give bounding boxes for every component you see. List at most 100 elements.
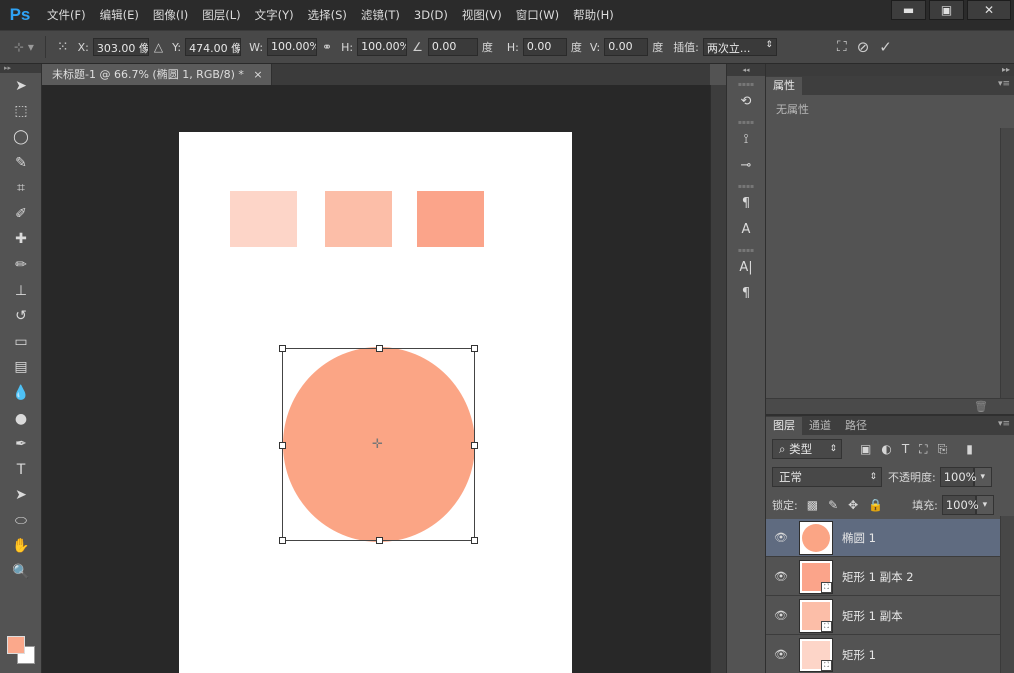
opacity-input[interactable]: 100% bbox=[939, 467, 977, 487]
rectangle-1-copy-2-shape[interactable] bbox=[417, 191, 484, 247]
smart-object-filter-icon[interactable]: ⎘ bbox=[938, 442, 948, 457]
history-brush-tool-icon[interactable]: ↺ bbox=[0, 303, 42, 329]
minimize-button[interactable]: ▬ bbox=[891, 0, 926, 20]
tools-panel-grip[interactable]: ▸▸ bbox=[0, 64, 41, 73]
visibility-eye-icon[interactable]: 👁 bbox=[766, 570, 796, 583]
menu-item[interactable]: 视图(V) bbox=[455, 0, 509, 30]
menu-item[interactable]: 文件(F) bbox=[40, 0, 93, 30]
quick-selection-tool-icon[interactable]: ✎ bbox=[0, 150, 42, 176]
paragraph-panel-icon[interactable]: ¶ bbox=[727, 280, 765, 306]
link-icon[interactable]: ⚭ bbox=[322, 40, 332, 54]
eyedropper-tool-icon[interactable]: ✐ bbox=[0, 201, 42, 227]
marquee-tool-icon[interactable]: ⬚ bbox=[0, 99, 42, 125]
zoom-tool-icon[interactable]: 🔍 bbox=[0, 559, 42, 585]
move-tool-icon[interactable]: ➤ bbox=[0, 73, 42, 99]
visibility-eye-icon[interactable]: 👁 bbox=[766, 648, 796, 661]
lock-image-icon[interactable]: ✎ bbox=[828, 498, 838, 512]
lock-all-icon[interactable]: 🔒 bbox=[868, 498, 883, 512]
transform-handle-bottom-right[interactable] bbox=[471, 537, 478, 544]
y-input[interactable]: 474.00 像素 bbox=[185, 38, 242, 56]
type-tool-icon[interactable]: T bbox=[0, 457, 42, 483]
paragraph-styles-icon[interactable]: ¶ bbox=[727, 190, 765, 216]
fill-input[interactable]: 100% bbox=[941, 495, 979, 515]
menu-item[interactable]: 滤镜(T) bbox=[354, 0, 407, 30]
crop-tool-icon[interactable]: ⌗ bbox=[0, 175, 42, 201]
history-panel-icon[interactable]: ⟲ bbox=[727, 88, 765, 114]
reference-point-icon[interactable]: ✛ bbox=[372, 437, 383, 452]
character-panel-icon[interactable]: A| bbox=[727, 254, 765, 280]
blur-tool-icon[interactable]: 💧 bbox=[0, 380, 42, 406]
menu-item[interactable]: 窗口(W) bbox=[509, 0, 566, 30]
transform-handle-left[interactable] bbox=[279, 442, 286, 449]
filter-toggle-icon[interactable]: ▮ bbox=[966, 442, 973, 456]
warp-mode-icon[interactable]: ⛶ bbox=[837, 39, 847, 55]
hand-tool-icon[interactable]: ✋ bbox=[0, 534, 42, 560]
document-canvas[interactable]: ✛ bbox=[179, 132, 572, 673]
pixel-filter-icon[interactable]: ▣ bbox=[860, 442, 871, 456]
document-tab[interactable]: 未标题-1 @ 66.7% (椭圆 1, RGB/8) * × bbox=[42, 64, 272, 85]
transform-handle-bottom[interactable] bbox=[376, 537, 383, 544]
hskew-input[interactable]: 0.00 bbox=[522, 38, 567, 56]
clone-stamp-tool-icon[interactable]: ⊥ bbox=[0, 278, 42, 304]
menu-item[interactable]: 图层(L) bbox=[195, 0, 247, 30]
blend-mode-select[interactable]: 正常 ⇕ bbox=[772, 467, 882, 487]
panels-collapse-icon[interactable]: ▸▸ bbox=[766, 64, 1014, 76]
relative-position-icon[interactable]: △ bbox=[154, 40, 163, 54]
layer-filter-select[interactable]: ⌕ 类型 ⇕ bbox=[772, 439, 842, 459]
ellipse-tool-icon[interactable]: ⬭ bbox=[0, 508, 42, 534]
healing-brush-tool-icon[interactable]: ✚ bbox=[0, 227, 42, 253]
tab-properties[interactable]: 属性 bbox=[766, 77, 802, 95]
layer-row[interactable]: 👁 ⛶ 矩形 1 副本 bbox=[766, 597, 1000, 635]
interpolation-select[interactable]: 两次立... ⇕ bbox=[702, 38, 777, 56]
lasso-tool-icon[interactable]: ◯ bbox=[0, 124, 42, 150]
width-input[interactable]: 100.00% bbox=[267, 38, 318, 56]
panel-menu-icon[interactable]: ▾≡ bbox=[998, 79, 1010, 89]
layer-row[interactable]: 👁 椭圆 1 bbox=[766, 519, 1000, 557]
properties-scrollbar[interactable] bbox=[1000, 128, 1014, 398]
rectangle-1-copy-shape[interactable] bbox=[325, 191, 392, 247]
pen-tool-icon[interactable]: ✒ bbox=[0, 431, 42, 457]
eraser-tool-icon[interactable]: ▭ bbox=[0, 329, 42, 355]
commit-transform-icon[interactable]: ✓ bbox=[879, 38, 892, 56]
brush-panel-icon[interactable]: ⟟ bbox=[727, 126, 765, 152]
visibility-eye-icon[interactable]: 👁 bbox=[766, 531, 796, 544]
x-input[interactable]: 303.00 像素 bbox=[92, 38, 149, 56]
canvas-vertical-scrollbar[interactable] bbox=[710, 85, 726, 673]
dodge-tool-icon[interactable]: ● bbox=[0, 406, 42, 432]
rectangle-1-shape[interactable] bbox=[230, 191, 297, 247]
menu-item[interactable]: 帮助(H) bbox=[566, 0, 621, 30]
brush-tool-icon[interactable]: ✏ bbox=[0, 252, 42, 278]
menu-item[interactable]: 3D(D) bbox=[407, 0, 455, 30]
panel-menu-icon[interactable]: ▾≡ bbox=[998, 419, 1010, 429]
layer-row[interactable]: 👁 ⛶ 矩形 1 副本 2 bbox=[766, 558, 1000, 596]
lock-position-icon[interactable]: ✥ bbox=[848, 498, 858, 512]
dock-collapse-icon[interactable]: ◂◂ bbox=[727, 64, 765, 76]
lock-transparent-icon[interactable]: ▩ bbox=[807, 498, 818, 512]
trash-icon[interactable]: 🗑 bbox=[974, 400, 988, 413]
height-input[interactable]: 100.00% bbox=[357, 38, 408, 56]
gradient-tool-icon[interactable]: ▤ bbox=[0, 355, 42, 381]
angle-input[interactable]: 0.00 bbox=[427, 38, 478, 56]
layers-scrollbar[interactable] bbox=[1000, 516, 1014, 673]
canvas-area[interactable]: ✛ bbox=[42, 85, 710, 673]
tab-layers-2[interactable]: 路径 bbox=[838, 417, 874, 435]
transform-handle-top[interactable] bbox=[376, 345, 383, 352]
transform-handle-bottom-left[interactable] bbox=[279, 537, 286, 544]
menu-item[interactable]: 文字(Y) bbox=[248, 0, 301, 30]
reference-point-icon[interactable]: ⁙ bbox=[57, 39, 69, 55]
document-tab-close-icon[interactable]: × bbox=[253, 68, 262, 81]
tool-preset-icon[interactable]: ⊹ ▾ bbox=[14, 40, 34, 54]
layer-row[interactable]: 👁 ⛶ 矩形 1 bbox=[766, 636, 1000, 673]
menu-item[interactable]: 图像(I) bbox=[146, 0, 195, 30]
transform-handle-right[interactable] bbox=[471, 442, 478, 449]
menu-item[interactable]: 编辑(E) bbox=[93, 0, 146, 30]
transform-handle-top-left[interactable] bbox=[279, 345, 286, 352]
tab-layers-0[interactable]: 图层 bbox=[766, 417, 802, 435]
maximize-button[interactable]: ▣ bbox=[929, 0, 964, 20]
vskew-input[interactable]: 0.00 bbox=[604, 38, 649, 56]
adjustment-filter-icon[interactable]: ◐ bbox=[881, 442, 891, 456]
visibility-eye-icon[interactable]: 👁 bbox=[766, 609, 796, 622]
tool-presets-icon[interactable]: ⊸ bbox=[727, 152, 765, 178]
shape-filter-icon[interactable]: ⛶ bbox=[919, 442, 927, 457]
tab-layers-1[interactable]: 通道 bbox=[802, 417, 838, 435]
